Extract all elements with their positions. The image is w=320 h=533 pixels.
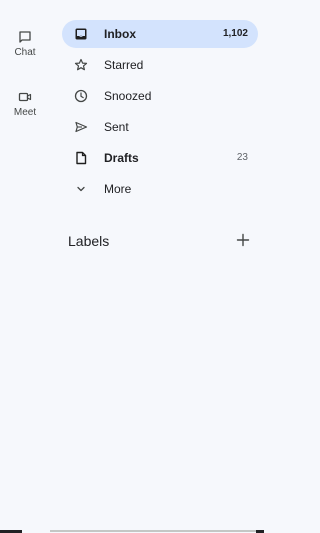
inbox-icon	[75, 28, 87, 40]
chevron-down-icon	[77, 186, 85, 192]
rail-meet-button[interactable]: Meet	[0, 90, 50, 118]
rail-meet-label: Meet	[13, 107, 37, 118]
nav-item-label: Inbox	[104, 27, 136, 41]
scrollbar-track[interactable]	[50, 530, 256, 532]
nav-item-sent[interactable]: Sent	[62, 113, 258, 141]
nav-item-label: Starred	[104, 58, 144, 72]
nav-item-label: Drafts	[104, 151, 139, 165]
send-icon	[75, 121, 88, 133]
nav-item-more[interactable]: More	[62, 175, 258, 203]
nav-item-count: 1,102	[222, 28, 248, 39]
nav-item-inbox[interactable]: Inbox 1,102	[62, 20, 258, 48]
labels-header: Labels	[68, 233, 252, 253]
nav-item-snoozed[interactable]: Snoozed	[62, 82, 258, 110]
clock-icon	[74, 89, 88, 103]
horizontal-scrollbar[interactable]	[0, 529, 264, 533]
add-label-button[interactable]	[234, 231, 252, 249]
nav-item-count: 23	[236, 152, 248, 163]
draft-icon	[76, 151, 87, 165]
nav-item-starred[interactable]: Starred	[62, 51, 258, 79]
plus-icon	[236, 233, 250, 247]
app-rail: Chat Meet	[0, 0, 50, 533]
labels-title: Labels	[68, 233, 110, 249]
nav-item-drafts[interactable]: Drafts 23	[62, 144, 258, 172]
rail-chat-button[interactable]: Chat	[0, 30, 50, 58]
mail-nav-panel	[50, 0, 264, 533]
rail-chat-label: Chat	[14, 47, 36, 58]
star-icon	[74, 58, 88, 71]
nav-item-label: Snoozed	[104, 89, 152, 103]
video-camera-icon	[18, 92, 32, 102]
chat-icon	[19, 31, 31, 43]
nav-item-label: More	[104, 182, 132, 196]
nav-item-label: Sent	[104, 120, 129, 134]
